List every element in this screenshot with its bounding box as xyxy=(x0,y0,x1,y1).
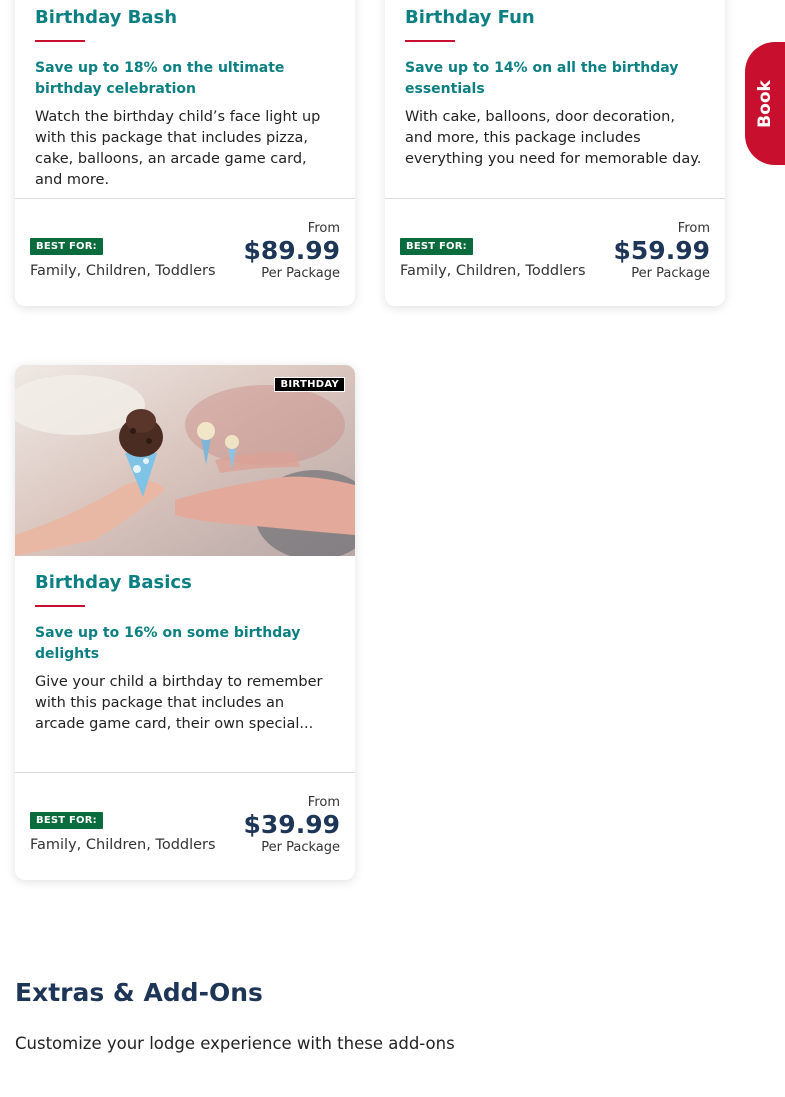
title-divider xyxy=(405,40,455,42)
best-for-audience: Family, Children, Toddlers xyxy=(30,263,216,279)
best-for-badge: BEST FOR: xyxy=(30,812,103,829)
package-card-birthday-fun[interactable]: Birthday Fun Save up to 14% on all the b… xyxy=(385,0,725,306)
price-block: From $39.99 Per Package xyxy=(244,795,340,855)
best-for-badge: BEST FOR: xyxy=(400,238,473,255)
package-footer: BEST FOR: Family, Children, Toddlers Fro… xyxy=(385,198,725,306)
price-unit: Per Package xyxy=(261,840,340,855)
package-description: Watch the birthday child’s face light up… xyxy=(35,109,321,188)
package-description: With cake, balloons, door decoration, an… xyxy=(405,109,702,167)
package-promo: Save up to 16% on some birthday delights xyxy=(35,625,301,662)
price-block: From $59.99 Per Package xyxy=(614,221,710,281)
section-title: Extras & Add-Ons xyxy=(15,978,263,1007)
package-footer: BEST FOR: Family, Children, Toddlers Fro… xyxy=(15,772,355,880)
price-from-label: From xyxy=(307,795,340,810)
package-price: $39.99 xyxy=(243,810,340,839)
price-unit: Per Package xyxy=(631,266,710,281)
package-footer: BEST FOR: Family, Children, Toddlers Fro… xyxy=(15,198,355,306)
package-price: $89.99 xyxy=(243,236,340,265)
package-title[interactable]: Birthday Fun xyxy=(405,7,705,29)
package-image[interactable]: BIRTHDAY xyxy=(15,365,355,556)
price-unit: Per Package xyxy=(261,266,340,281)
package-title[interactable]: Birthday Basics xyxy=(35,572,335,594)
price-from-label: From xyxy=(677,221,710,236)
section-subtitle: Customize your lodge experience with the… xyxy=(15,1034,455,1053)
book-button-label: Book xyxy=(755,79,775,128)
best-for-badge: BEST FOR: xyxy=(30,238,103,255)
title-divider xyxy=(35,40,85,42)
package-description: Give your child a birthday to remember w… xyxy=(35,674,323,732)
package-promo: Save up to 14% on all the birthday essen… xyxy=(405,60,679,97)
package-promo: Save up to 18% on the ultimate birthday … xyxy=(35,60,285,97)
package-price: $59.99 xyxy=(613,236,710,265)
package-card-birthday-bash[interactable]: Birthday Bash Save up to 18% on the ulti… xyxy=(15,0,355,306)
best-for-audience: Family, Children, Toddlers xyxy=(30,837,216,853)
price-from-label: From xyxy=(307,221,340,236)
book-button[interactable]: Book xyxy=(745,42,785,165)
best-for-audience: Family, Children, Toddlers xyxy=(400,263,586,279)
ice-cream-photo xyxy=(15,365,355,556)
image-tag: BIRTHDAY xyxy=(274,377,345,392)
price-block: From $89.99 Per Package xyxy=(244,221,340,281)
package-title[interactable]: Birthday Bash xyxy=(35,7,335,29)
package-card-birthday-basics[interactable]: BIRTHDAY Birthday Basics Save up to 16% … xyxy=(15,365,355,880)
title-divider xyxy=(35,605,85,607)
